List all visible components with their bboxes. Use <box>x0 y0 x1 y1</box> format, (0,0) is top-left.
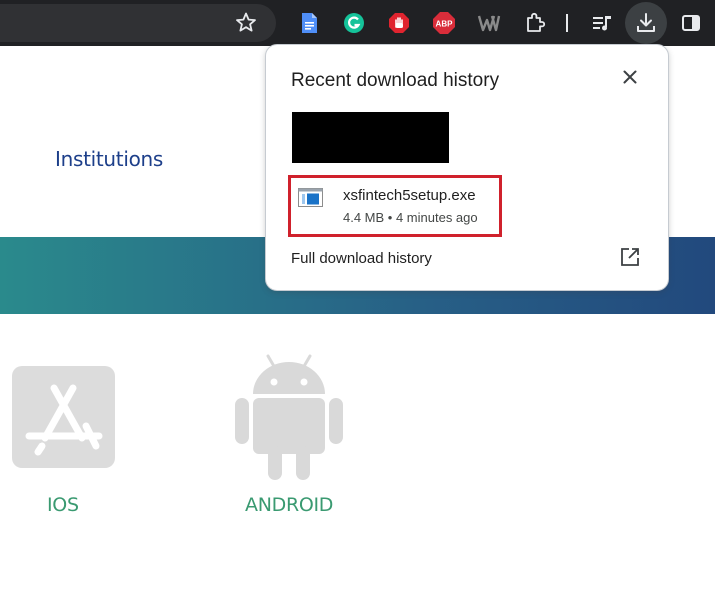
redacted-region <box>292 112 449 163</box>
app-store-icon[interactable] <box>12 366 115 468</box>
star-icon[interactable] <box>232 9 260 37</box>
docs-extension-icon[interactable] <box>296 10 322 36</box>
download-file-meta: 4.4 MB • 4 minutes ago <box>343 210 478 225</box>
grammarly-icon[interactable] <box>341 10 367 36</box>
svg-text:ABP: ABP <box>436 20 454 29</box>
screen: ABP Institutions IOS ANDROID Recent down… <box>0 0 715 610</box>
extensions-puzzle-icon[interactable] <box>522 10 548 36</box>
browser-toolbar: ABP <box>0 0 715 46</box>
bubble-title: Recent download history <box>291 70 500 91</box>
w-extension-icon[interactable] <box>476 10 502 36</box>
nav-link-institutions[interactable]: Institutions <box>55 147 163 171</box>
toolbar-divider <box>566 14 568 32</box>
android-label[interactable]: ANDROID <box>245 494 333 516</box>
download-item[interactable]: xsfintech5setup.exe 4.4 MB • 4 minutes a… <box>288 175 502 237</box>
download-icon[interactable] <box>625 2 667 44</box>
side-panel-icon[interactable] <box>678 10 704 36</box>
download-file-name: xsfintech5setup.exe <box>343 187 476 204</box>
adblock-plus-icon[interactable]: ABP <box>431 10 457 36</box>
android-icon[interactable] <box>234 354 344 480</box>
ios-label[interactable]: IOS <box>47 494 79 516</box>
stop-hand-icon[interactable] <box>386 10 412 36</box>
exe-file-icon <box>298 188 323 207</box>
download-bubble: Recent download history xsfintech5setup.… <box>265 44 669 291</box>
open-external-icon[interactable] <box>618 245 642 269</box>
media-playlist-icon[interactable] <box>589 10 615 36</box>
full-download-history-link[interactable]: Full download history <box>291 250 432 267</box>
close-icon[interactable] <box>618 65 642 89</box>
